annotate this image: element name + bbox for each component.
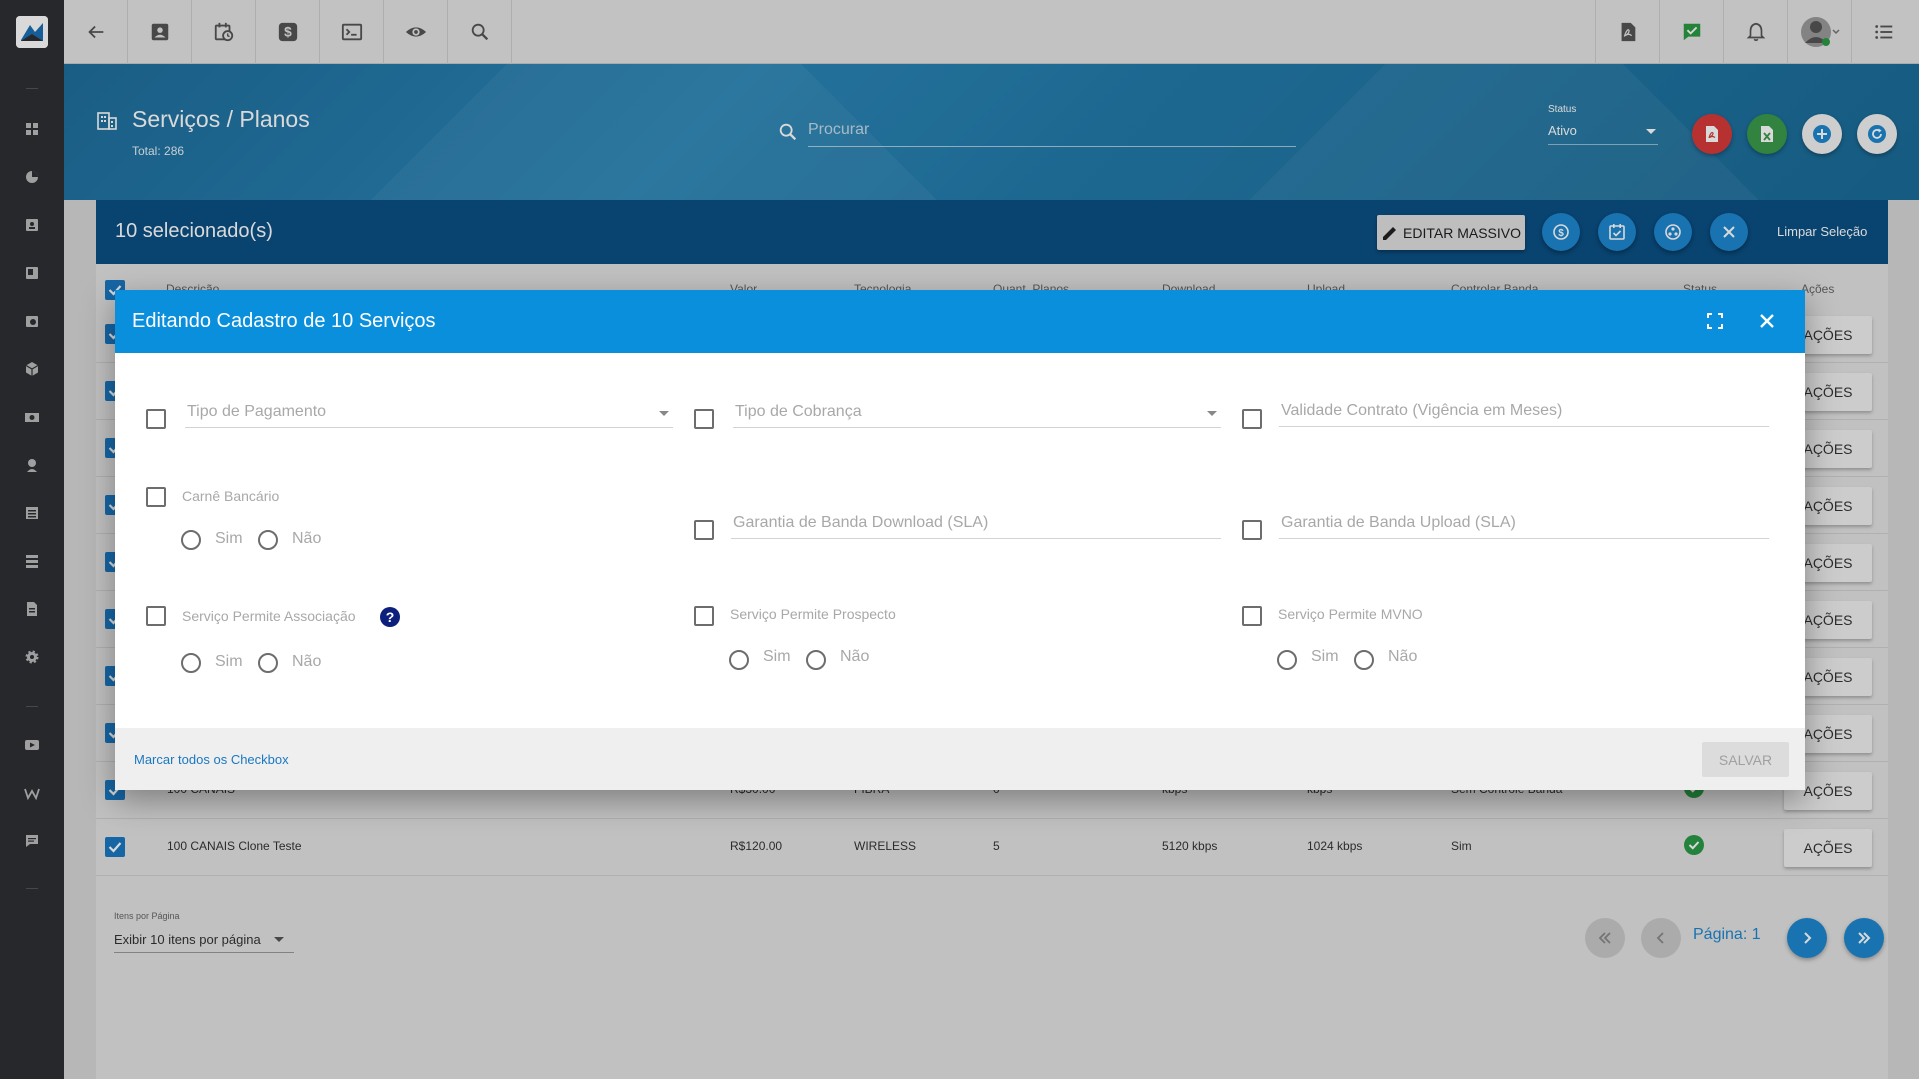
dialog-close-button[interactable]	[1753, 307, 1781, 335]
carne-nao-radio[interactable]	[258, 530, 278, 550]
mvno-nao-label: Não	[1388, 648, 1418, 665]
tipo-pagamento-select[interactable]: Tipo de Pagamento	[185, 400, 673, 428]
prospecto-checkbox[interactable]	[694, 606, 714, 626]
help-icon[interactable]: ?	[380, 607, 400, 627]
mvno-checkbox[interactable]	[1242, 606, 1262, 626]
validade-contrato-label: Validade Contrato (Vigência em Meses)	[1281, 402, 1563, 419]
mvno-sim-radio[interactable]	[1277, 650, 1297, 670]
garantia-download-label: Garantia de Banda Download (SLA)	[733, 514, 989, 531]
prospecto-nao-label: Não	[840, 648, 870, 665]
save-button[interactable]: SALVAR	[1702, 742, 1789, 777]
prospecto-sim-radio[interactable]	[729, 650, 749, 670]
associacao-sim-label: Sim	[215, 653, 243, 670]
chevron-down-icon	[1207, 411, 1217, 416]
prospecto-nao-radio[interactable]	[806, 650, 826, 670]
carne-nao-label: Não	[292, 530, 322, 547]
garantia-download-field[interactable]: Garantia de Banda Download (SLA)	[731, 511, 1221, 539]
associacao-checkbox[interactable]	[146, 606, 166, 626]
garantia-upload-field[interactable]: Garantia de Banda Upload (SLA)	[1279, 511, 1769, 539]
carne-bancario-checkbox[interactable]	[146, 487, 166, 507]
mvno-sim-label: Sim	[1311, 648, 1339, 665]
tipo-cobranca-select[interactable]: Tipo de Cobrança	[733, 400, 1221, 428]
chevron-down-icon	[659, 411, 669, 416]
mvno-label: Serviço Permite MVNO	[1278, 606, 1423, 622]
carne-sim-radio[interactable]	[181, 530, 201, 550]
tipo-cobranca-label: Tipo de Cobrança	[735, 403, 862, 420]
associacao-nao-radio[interactable]	[258, 653, 278, 673]
validade-checkbox[interactable]	[1242, 409, 1262, 429]
prospecto-sim-label: Sim	[763, 648, 791, 665]
mark-all-checkbox-link[interactable]: Marcar todos os Checkbox	[134, 752, 289, 767]
fullscreen-icon	[1707, 313, 1723, 329]
dialog-header: Editando Cadastro de 10 Serviços	[115, 290, 1805, 353]
dialog-title: Editando Cadastro de 10 Serviços	[132, 310, 436, 332]
associacao-nao-label: Não	[292, 653, 322, 670]
garantia-upload-label: Garantia de Banda Upload (SLA)	[1281, 514, 1516, 531]
tipo-pagamento-label: Tipo de Pagamento	[187, 403, 327, 420]
bulk-edit-dialog: Editando Cadastro de 10 Serviços Tipo de…	[115, 290, 1805, 790]
associacao-sim-radio[interactable]	[181, 653, 201, 673]
mvno-nao-radio[interactable]	[1354, 650, 1374, 670]
dialog-footer: Marcar todos os Checkbox SALVAR	[115, 728, 1805, 790]
close-icon	[1760, 314, 1774, 328]
maximize-button[interactable]	[1702, 308, 1728, 334]
validade-contrato-field[interactable]: Validade Contrato (Vigência em Meses)	[1279, 399, 1769, 427]
associacao-label: Serviço Permite Associação	[182, 608, 356, 624]
garantia-upload-checkbox[interactable]	[1242, 520, 1262, 540]
tipo-cobranca-checkbox[interactable]	[694, 409, 714, 429]
prospecto-label: Serviço Permite Prospecto	[730, 606, 896, 622]
garantia-download-checkbox[interactable]	[694, 520, 714, 540]
carne-bancario-label: Carnê Bancário	[182, 488, 280, 504]
tipo-pagamento-checkbox[interactable]	[146, 409, 166, 429]
carne-sim-label: Sim	[215, 530, 243, 547]
